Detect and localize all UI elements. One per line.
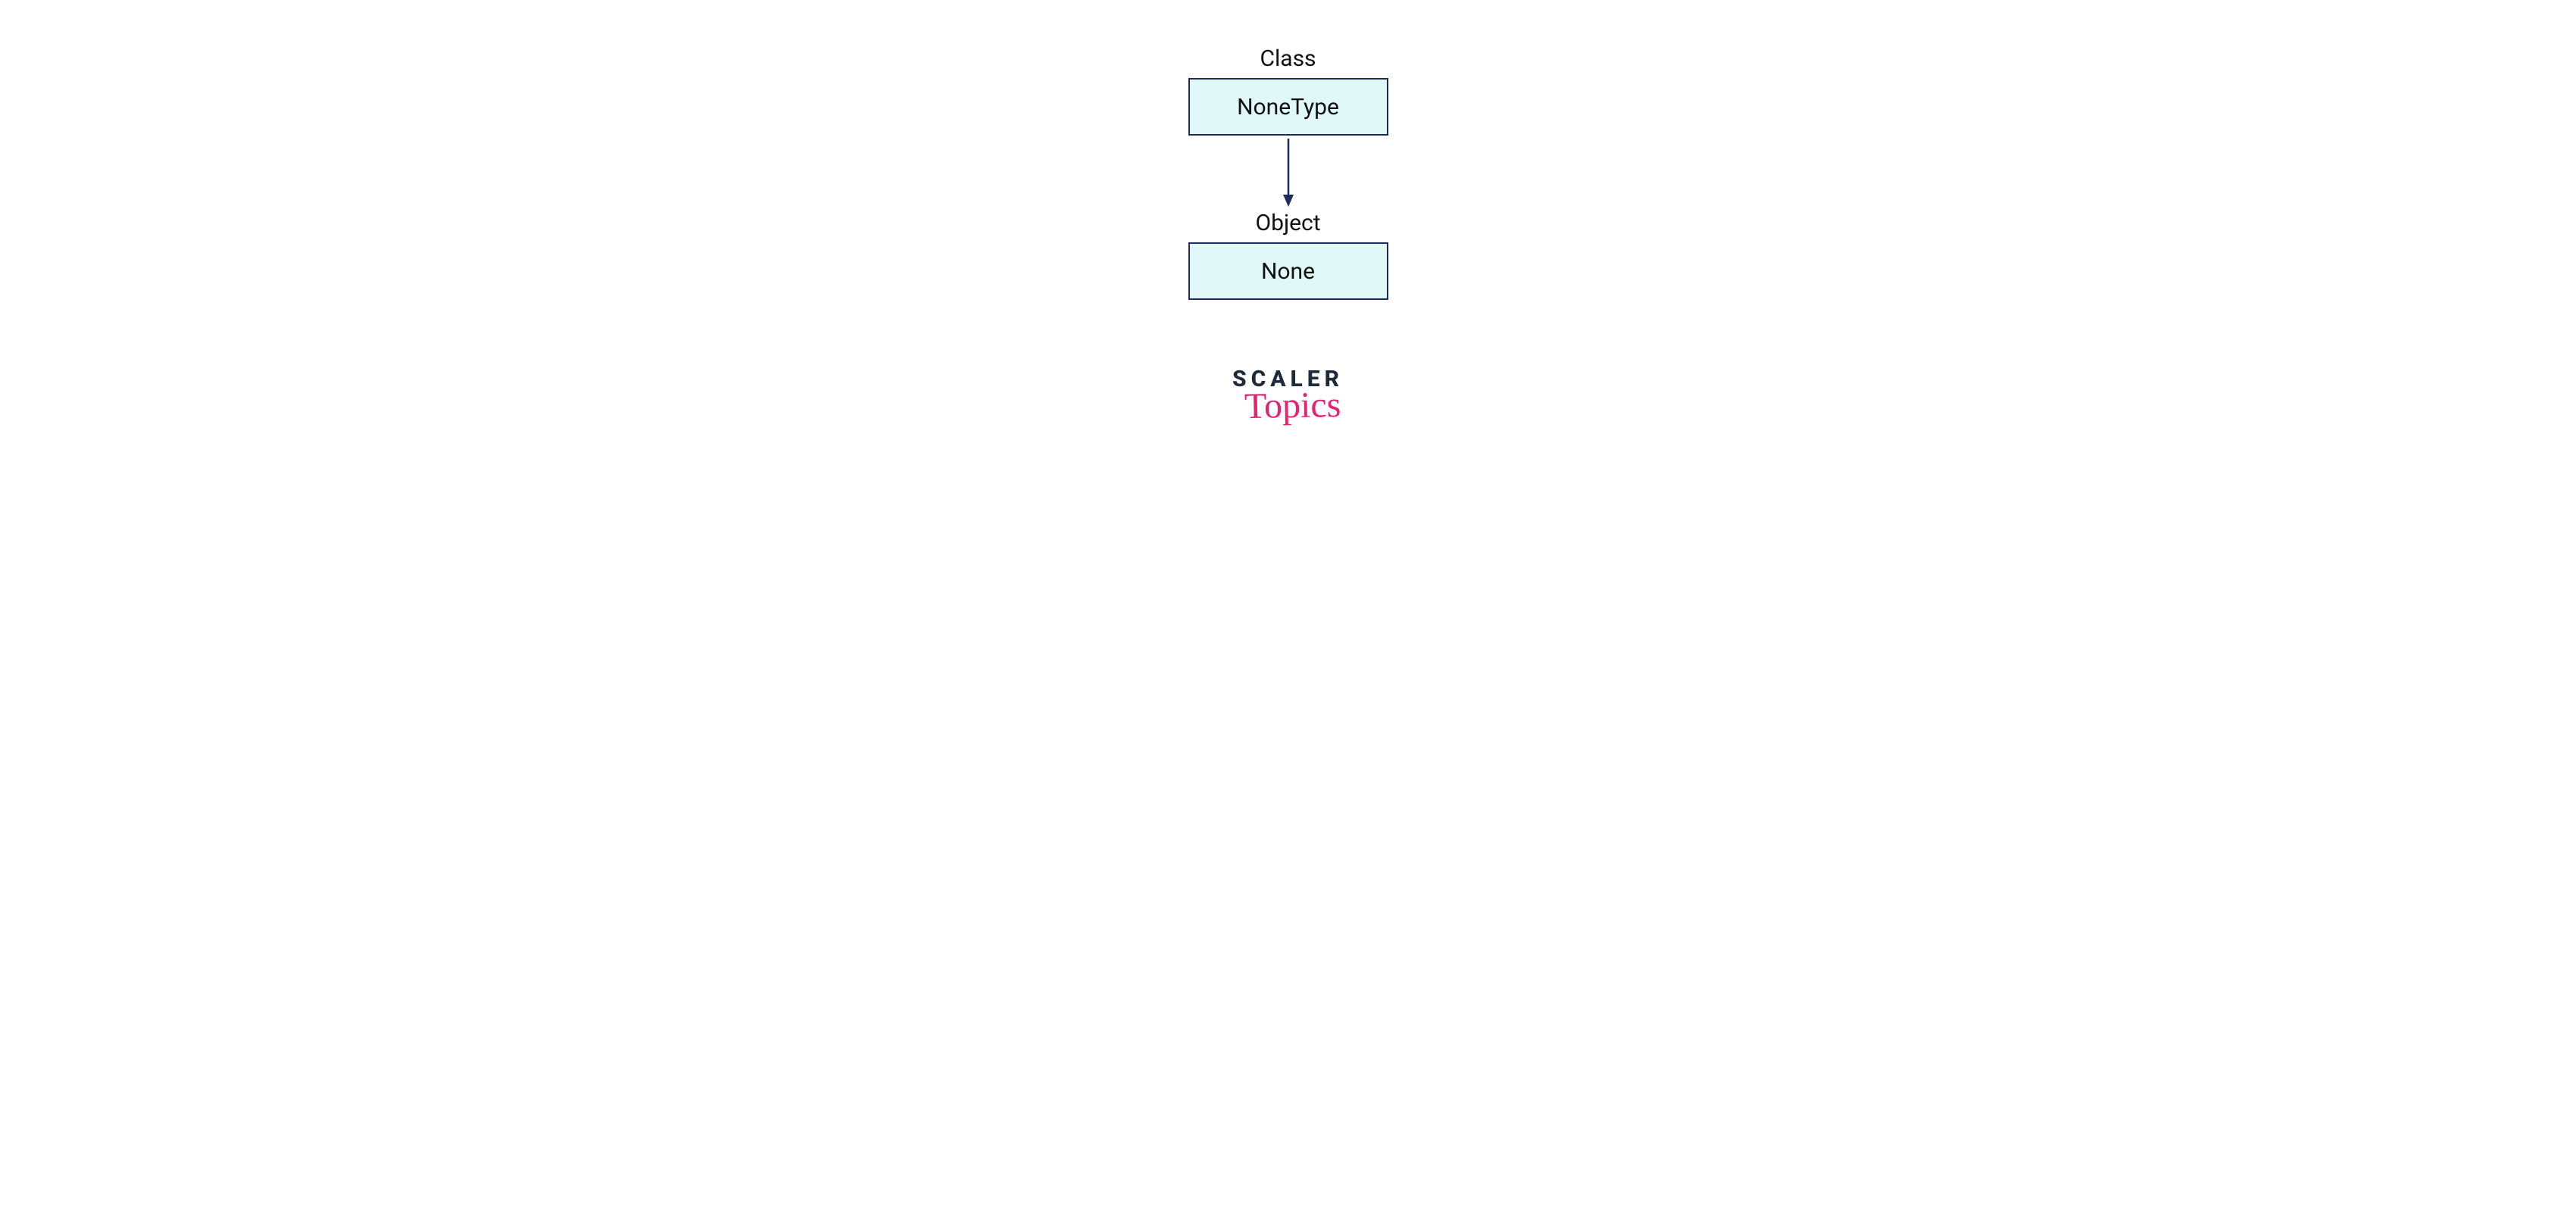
object-label: Object: [1255, 210, 1320, 236]
arrow-down-icon: [1279, 139, 1297, 207]
class-box: NoneType: [1188, 78, 1388, 136]
object-box: None: [1188, 242, 1388, 300]
brand-logo: SCALER Topics: [1232, 368, 1344, 422]
class-box-text: NoneType: [1237, 94, 1339, 120]
brand-logo-line2: Topics: [1244, 389, 1341, 423]
class-label: Class: [1260, 45, 1316, 72]
object-box-text: None: [1261, 258, 1315, 285]
diagram-canvas: Class NoneType Object None SCALER Topics: [0, 0, 2576, 651]
